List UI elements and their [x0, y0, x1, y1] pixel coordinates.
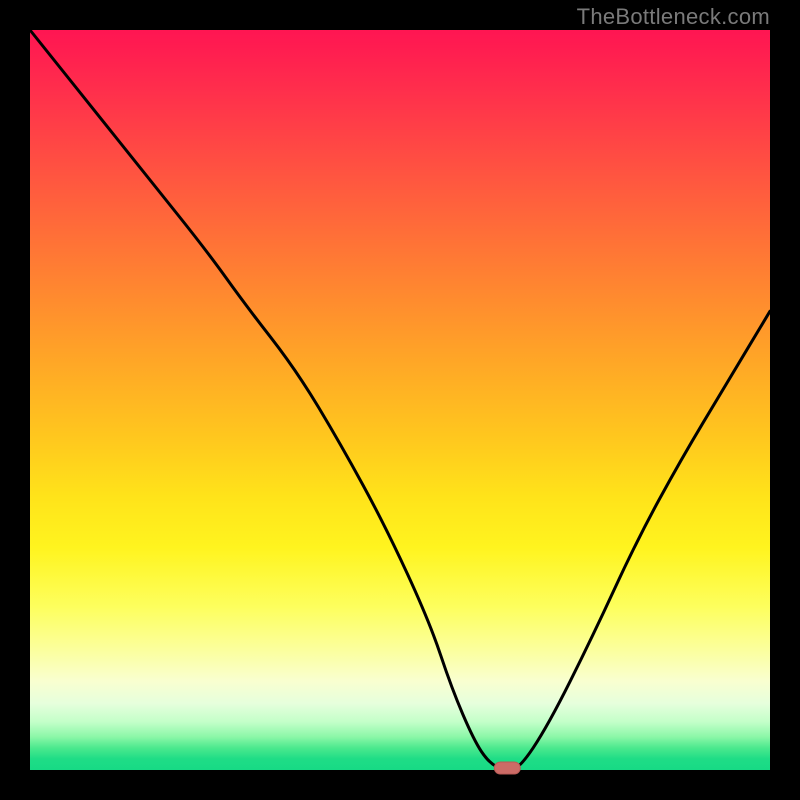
curve-minimum-marker: [494, 762, 520, 774]
bottleneck-curve: [30, 30, 770, 770]
plot-area: [30, 30, 770, 770]
watermark-text: TheBottleneck.com: [577, 4, 770, 30]
curve-layer: [30, 30, 770, 770]
chart-frame: TheBottleneck.com: [0, 0, 800, 800]
